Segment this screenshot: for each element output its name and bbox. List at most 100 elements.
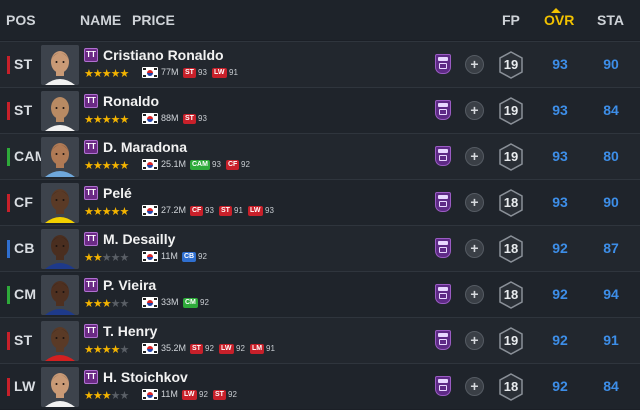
add-button[interactable]: + — [465, 285, 484, 304]
alt-position-ovr: 93 — [198, 114, 207, 123]
alt-position-ovr: 92 — [241, 160, 250, 169]
fp-value: 19 — [503, 57, 519, 72]
fp-hexagon: 18 — [499, 373, 523, 401]
sta-value: 84 — [603, 378, 619, 394]
position-color-bar — [7, 102, 10, 120]
sta-value: 91 — [603, 332, 619, 348]
column-header-sta[interactable]: STA — [597, 12, 624, 28]
season-tt-badge-icon: TT — [84, 278, 98, 292]
player-portrait — [41, 137, 79, 177]
star-icon: ★ — [119, 390, 130, 402]
alt-position-ovr: 93 — [265, 206, 274, 215]
alt-position-ovr: 92 — [198, 252, 207, 261]
star-icon: ★ — [84, 68, 94, 80]
team-color-badge-icon[interactable] — [435, 238, 451, 258]
player-name[interactable]: Ronaldo — [103, 93, 159, 109]
ovr-value: 93 — [552, 148, 568, 164]
add-button[interactable]: + — [465, 239, 484, 258]
position-color-bar — [7, 332, 10, 350]
korea-flag-icon — [142, 251, 158, 262]
player-name[interactable]: H. Stoichkov — [103, 369, 188, 385]
player-name[interactable]: Pelé — [103, 185, 132, 201]
star-icon: ★ — [119, 68, 130, 80]
player-row[interactable]: CF TT Pelé ★★★★★ 27.2M CF 93 ST 91 LW 93 +18 93 90 — [0, 179, 640, 225]
fp-value: 19 — [503, 103, 519, 118]
korea-flag-icon — [142, 67, 158, 78]
star-icon: ★ — [110, 160, 121, 172]
column-header-fp[interactable]: FP — [502, 12, 520, 28]
team-color-badge-icon[interactable] — [435, 192, 451, 212]
alt-position-badge: LW — [219, 344, 234, 354]
team-color-badge-icon[interactable] — [435, 330, 451, 350]
fp-hexagon: 19 — [499, 97, 523, 125]
sta-value: 84 — [603, 102, 619, 118]
star-icon: ★ — [101, 390, 112, 402]
column-header-ovr[interactable]: OVR — [544, 12, 574, 28]
star-icon: ★ — [92, 252, 103, 264]
add-button[interactable]: + — [465, 331, 484, 350]
star-icon: ★ — [119, 298, 130, 310]
alt-position-badge: ST — [183, 114, 196, 124]
player-name[interactable]: M. Desailly — [103, 231, 175, 247]
player-price: 77M — [161, 67, 179, 77]
add-button[interactable]: + — [465, 147, 484, 166]
team-color-badge-icon[interactable] — [435, 284, 451, 304]
team-color-badge-icon[interactable] — [435, 100, 451, 120]
star-icon: ★ — [92, 114, 103, 126]
column-header-name[interactable]: NAME — [80, 12, 121, 28]
player-name[interactable]: T. Henry — [103, 323, 157, 339]
star-icon: ★ — [92, 390, 103, 402]
fp-hexagon: 19 — [499, 327, 523, 355]
fp-hexagon: 18 — [499, 235, 523, 263]
korea-flag-icon — [142, 389, 158, 400]
player-row[interactable]: ST TT T. Henry ★★★★★ 35.2M ST 92 LW 92 LM 91 +19 92 9… — [0, 317, 640, 363]
add-button[interactable]: + — [465, 101, 484, 120]
player-name[interactable]: D. Maradona — [103, 139, 187, 155]
position-label: LW — [14, 378, 36, 394]
team-color-badge-icon[interactable] — [435, 376, 451, 396]
ovr-value: 92 — [552, 240, 568, 256]
player-row[interactable]: CAM TT D. Maradona ★★★★★ 25.1M CAM 93 CF 92 +19 93… — [0, 133, 640, 179]
position-color-bar — [7, 240, 10, 258]
column-header-price[interactable]: PRICE — [132, 12, 175, 28]
player-price: 88M — [161, 113, 179, 123]
star-icon: ★ — [101, 344, 112, 356]
team-color-badge-icon[interactable] — [435, 146, 451, 166]
alt-position-ovr: 92 — [228, 390, 237, 399]
alt-position-badge: ST — [183, 68, 196, 78]
star-icon: ★ — [119, 344, 130, 356]
player-row[interactable]: CM TT P. Vieira ★★★★★ 33M CM 92 +18 92 94 — [0, 271, 640, 317]
korea-flag-icon — [142, 113, 158, 124]
fp-value: 18 — [503, 195, 519, 210]
skill-stars: ★★★★★ — [84, 297, 130, 310]
column-header-pos[interactable]: POS — [6, 12, 36, 28]
star-icon: ★ — [84, 160, 94, 172]
position-color-bar — [7, 194, 10, 212]
alt-position-badge: CAM — [190, 160, 210, 170]
player-row[interactable]: LW TT H. Stoichkov ★★★★★ 11M LW 92 ST 92 +18 92 84 — [0, 363, 640, 409]
alt-position-badge: LW — [182, 390, 197, 400]
player-price: 11M — [161, 389, 178, 399]
star-icon: ★ — [119, 160, 130, 172]
alt-position-ovr: 93 — [198, 68, 207, 77]
player-name[interactable]: Cristiano Ronaldo — [103, 47, 224, 63]
player-row[interactable]: ST TT Ronaldo ★★★★★ 88M ST 93 +19 93 84 — [0, 87, 640, 133]
star-icon: ★ — [84, 298, 94, 310]
add-button[interactable]: + — [465, 377, 484, 396]
season-tt-badge-icon: TT — [84, 94, 98, 108]
star-icon: ★ — [101, 160, 112, 172]
player-portrait — [41, 229, 79, 269]
player-row[interactable]: ST TT Cristiano Ronaldo ★★★★★ 77M ST 93 LW 91 +19… — [0, 41, 640, 87]
player-name[interactable]: P. Vieira — [103, 277, 156, 293]
star-icon: ★ — [110, 206, 121, 218]
position-color-bar — [7, 56, 10, 74]
table-header: POS NAME PRICE FP OVR STA — [0, 0, 640, 40]
position-color-bar — [7, 148, 10, 166]
team-color-badge-icon[interactable] — [435, 54, 451, 74]
fp-value: 19 — [503, 149, 519, 164]
alt-position-ovr: 93 — [212, 160, 221, 169]
skill-stars: ★★★★★ — [84, 159, 130, 172]
add-button[interactable]: + — [465, 193, 484, 212]
add-button[interactable]: + — [465, 55, 484, 74]
player-row[interactable]: CB TT M. Desailly ★★★★★ 11M CB 92 +18 92 87 — [0, 225, 640, 271]
